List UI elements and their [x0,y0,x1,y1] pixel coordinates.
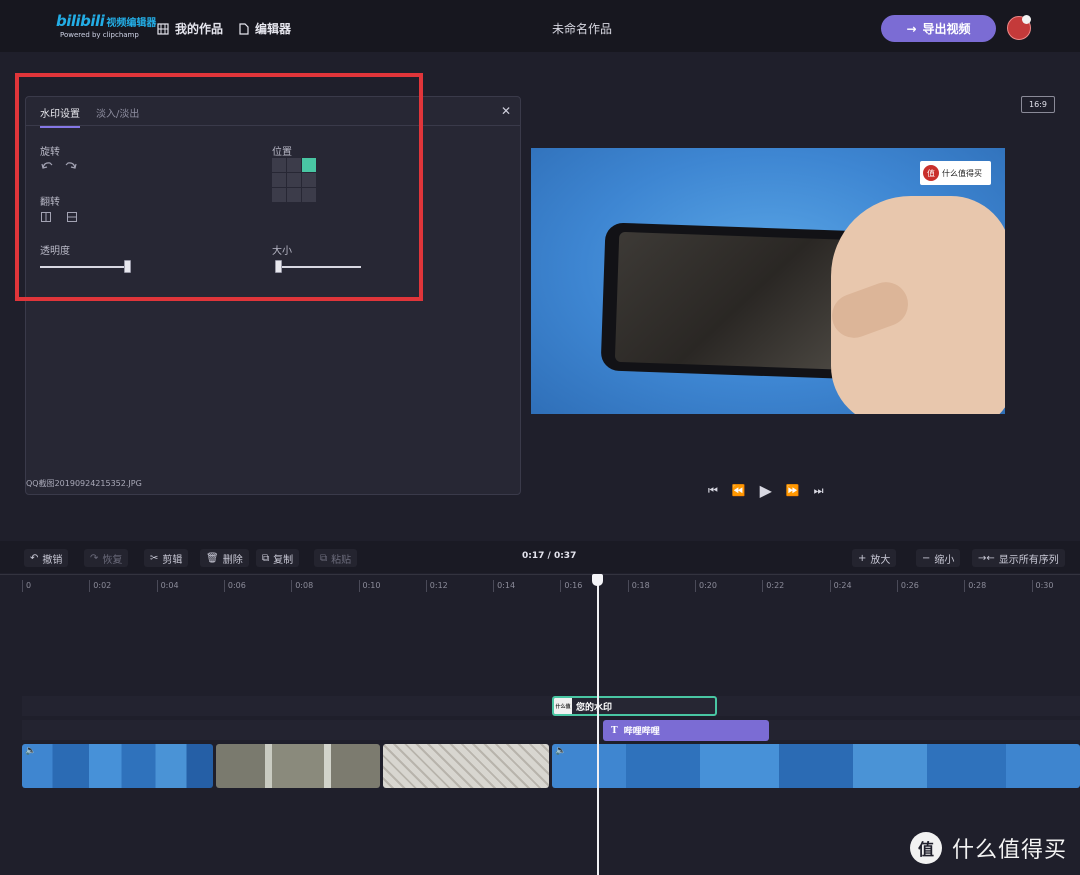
skip-end-icon[interactable]: ⏭ [814,484,824,498]
export-video-button[interactable]: → 导出视频 [881,15,996,42]
brand-logo-icon: 值 [910,832,942,864]
copy-icon: ⧉ [262,552,270,564]
redo-button[interactable]: ↷ 恢复 [84,549,129,567]
watermark-track [22,696,1080,716]
watermark-clip-label: 您的水印 [576,702,613,713]
preview-watermark-text: 什么值得买 [942,168,982,178]
brand-watermark: 值 什么值得买 [910,832,1067,864]
zoom-in-button[interactable]: + 放大 [852,549,897,567]
watermark-clip-thumbnail: 什么值 [554,698,572,714]
video-preview: 值 什么值得买 [531,148,1005,414]
preview-watermark: 值 什么值得买 [920,161,991,185]
ruler-tick: 0:04 [156,580,179,592]
ruler-tick: 0 [22,580,31,592]
copy-label: 复制 [273,554,294,566]
zoom-out-button[interactable]: − 缩小 [916,549,961,567]
notification-dot [1022,15,1031,24]
export-video-label: 导出视频 [922,22,971,36]
paste-icon: ⧉ [320,552,328,564]
show-all-button[interactable]: →← 显示所有序列 [972,549,1065,567]
delete-button[interactable]: 🗑 删除 [200,549,249,567]
undo-icon: ↶ [30,552,39,564]
close-icon[interactable]: ✕ [501,104,511,118]
watermark-logo-icon: 值 [923,165,939,181]
speaker-icon: 🔈 [25,746,37,756]
minus-icon: − [922,552,931,564]
brand-text: 什么值得买 [952,838,1068,863]
playhead-line[interactable] [597,578,599,875]
video-clip-2[interactable] [216,744,380,788]
undo-button[interactable]: ↶ 撤销 [24,549,69,567]
show-all-label: 显示所有序列 [998,554,1059,566]
cut-label: 剪辑 [162,554,183,566]
rewind-icon[interactable]: ⏪ [732,484,746,497]
ruler-tick: 0:26 [896,580,919,592]
undo-label: 撤销 [42,554,63,566]
ruler-tick: 0:28 [964,580,986,592]
text-icon: T [611,725,618,736]
ruler-tick: 0:18 [627,580,650,592]
watermark-clip[interactable]: 什么值 您的水印 [552,696,717,716]
paste-label: 粘贴 [331,554,352,566]
ruler-tick: 0:22 [762,580,784,592]
timeline-ruler[interactable]: 0 0:02 0:04 0:06 0:08 0:10 0:12 0:14 0:16 0:18 0:2… [0,574,1080,594]
skip-start-icon[interactable]: ⏮ [708,484,718,498]
text-track [22,720,1080,740]
redo-label: 恢复 [102,554,123,566]
collapse-icon: →← [978,552,995,564]
ruler-tick: 0:16 [560,580,582,592]
playhead-handle[interactable] [592,574,603,586]
ruler-tick: 0:08 [291,580,313,592]
arrow-right-icon: → [906,21,917,36]
ruler-tick: 0:30 [1031,580,1053,592]
video-clip-3[interactable] [383,744,549,788]
ruler-tick: 0:06 [223,580,246,592]
timecode: 0:17 / 0:37 [522,551,577,561]
video-clip-4[interactable]: 🔈 [552,744,1080,788]
fast-forward-icon[interactable]: ⏩ [786,484,800,497]
text-clip[interactable]: T 哔哩哔哩 [603,720,769,741]
paste-button[interactable]: ⧉ 粘贴 [314,549,358,567]
video-track: 🔈 🔈 [22,744,1080,788]
aspect-ratio-button[interactable]: 16:9 [1021,96,1055,113]
speaker-icon: 🔈 [555,746,567,756]
delete-label: 删除 [222,554,243,566]
zoom-out-label: 缩小 [934,554,955,566]
ruler-tick: 0:02 [89,580,111,592]
ruler-tick: 0:24 [829,580,852,592]
plus-icon: + [858,552,867,564]
text-clip-label: 哔哩哔哩 [623,727,660,737]
ruler-tick: 0:20 [695,580,717,592]
trash-icon: 🗑 [206,552,219,564]
ruler-tick: 0:12 [425,580,448,592]
ruler-tick: 0:14 [493,580,515,592]
copy-button[interactable]: ⧉ 复制 [256,549,300,567]
video-clip-1[interactable]: 🔈 [22,744,213,788]
play-icon[interactable]: ▶ [760,481,772,500]
cut-button[interactable]: ✂ 剪辑 [144,549,189,567]
scissors-icon: ✂ [150,552,159,564]
redo-icon: ↷ [90,552,99,564]
watermark-filename: QQ截图20190924215352.JPG [26,479,142,488]
ruler-tick: 0:10 [358,580,380,592]
zoom-in-label: 放大 [870,554,891,566]
annotation-highlight-box [15,73,423,301]
playback-controls: ⏮ ⏪ ▶ ⏩ ⏭ [708,481,824,500]
